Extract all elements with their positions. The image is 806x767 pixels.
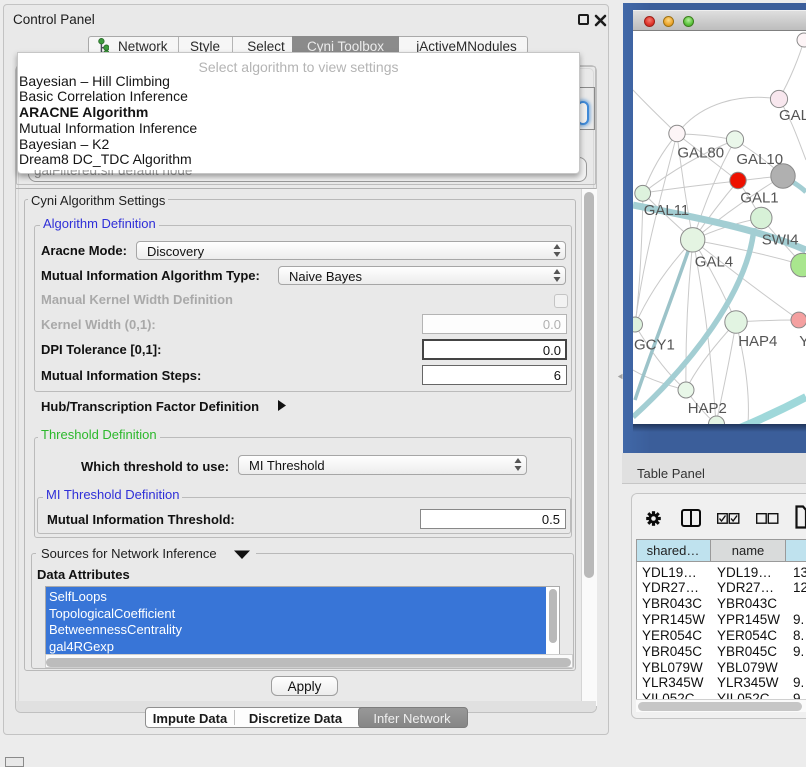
- svg-text:GCY1: GCY1: [634, 337, 675, 354]
- svg-text:GAL1: GAL1: [740, 190, 778, 207]
- svg-text:Y: Y: [799, 333, 806, 350]
- svg-text:GAL10: GAL10: [736, 151, 783, 168]
- svg-text:GAL80: GAL80: [677, 145, 724, 162]
- svg-text:HAP2: HAP2: [688, 400, 727, 417]
- svg-text:GAL: GAL: [779, 107, 806, 124]
- svg-text:SWI4: SWI4: [762, 231, 799, 248]
- svg-text:HAP4: HAP4: [738, 333, 777, 350]
- svg-text:GAL11: GAL11: [644, 202, 690, 219]
- svg-text:GAL4: GAL4: [695, 254, 733, 271]
